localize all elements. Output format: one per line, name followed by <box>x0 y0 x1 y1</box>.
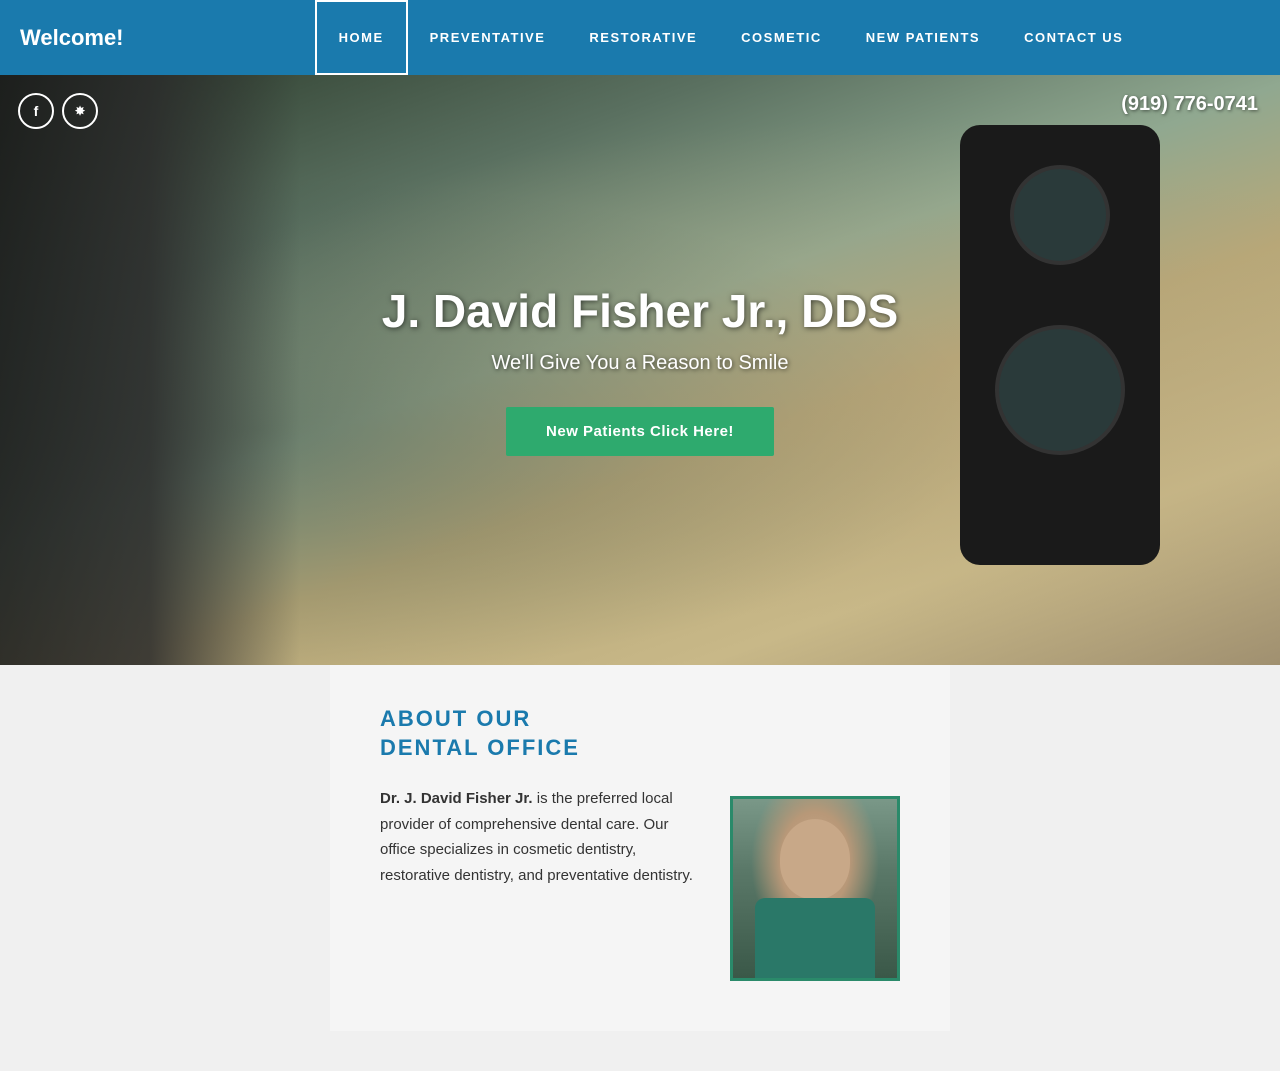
nav-item-contact-us[interactable]: CONTACT US <box>1002 0 1145 75</box>
hero-section: f ✸ (919) 776-0741 J. David Fisher Jr., … <box>0 75 1280 665</box>
about-card: ABOUT OUR DENTAL OFFICE Dr. J. David Fis… <box>330 665 950 1031</box>
about-body: Dr. J. David Fisher Jr. is the preferred… <box>380 786 900 981</box>
hero-figure-left <box>0 75 300 665</box>
social-icons-group: f ✸ <box>18 93 98 129</box>
facebook-icon[interactable]: f <box>18 93 54 129</box>
nav-item-cosmetic[interactable]: COSMETIC <box>719 0 844 75</box>
about-text-paragraph: Dr. J. David Fisher Jr. is the preferred… <box>380 786 700 888</box>
nav-item-new-patients[interactable]: NEW PATIENTS <box>844 0 1002 75</box>
mirror-hole-bottom <box>995 325 1125 455</box>
mirror-hole-top <box>1010 165 1110 265</box>
nav-item-home[interactable]: HOME <box>315 0 408 75</box>
hero-content: J. David Fisher Jr., DDS We'll Give You … <box>382 284 898 456</box>
nav-item-preventative[interactable]: PREVENTATIVE <box>408 0 568 75</box>
about-heading: ABOUT OUR DENTAL OFFICE <box>380 705 900 762</box>
site-logo: Welcome! <box>20 25 200 51</box>
yelp-icon[interactable]: ✸ <box>62 93 98 129</box>
doctor-face <box>780 819 850 899</box>
nav-item-restorative[interactable]: RESTORATIVE <box>567 0 719 75</box>
main-nav: HOME PREVENTATIVE RESTORATIVE COSMETIC N… <box>200 0 1260 75</box>
hero-subtitle: We'll Give You a Reason to Smile <box>382 352 898 375</box>
about-doctor-name: Dr. J. David Fisher Jr. <box>380 790 533 807</box>
new-patients-cta-button[interactable]: New Patients Click Here! <box>506 407 774 456</box>
doctor-photo <box>730 796 900 981</box>
site-header: Welcome! HOME PREVENTATIVE RESTORATIVE C… <box>0 0 1280 75</box>
hero-mirror-prop <box>920 125 1200 625</box>
hero-title: J. David Fisher Jr., DDS <box>382 284 898 338</box>
doctor-body <box>755 898 875 978</box>
phone-number: (919) 776-0741 <box>1121 93 1258 116</box>
about-section: ABOUT OUR DENTAL OFFICE Dr. J. David Fis… <box>0 665 1280 1071</box>
